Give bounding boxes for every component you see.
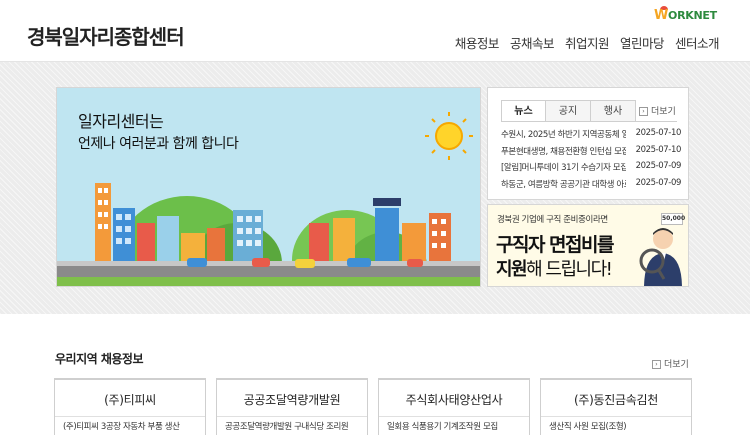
list-item[interactable]: [알림]머니투데이 31기 수습기자 모집 2025-07-09 xyxy=(501,161,681,178)
list-item[interactable]: 수원시, 2025년 하반기 지역공동체 일자리사업 2025-07-10 xyxy=(501,128,681,145)
logo-rest: ORKNET xyxy=(668,9,717,22)
tab-news[interactable]: 뉴스 xyxy=(501,100,546,122)
interview-support-ad[interactable]: 경북권 기업에 구직 준비중이라면 구직자 면접비를 지원해 드립니다! 50,… xyxy=(487,204,689,287)
job-card[interactable]: 공공조달역량개발원 공공조달역량개발원 구내식당 조리원 xyxy=(216,378,368,435)
job-description: 일회용 식품용기 기계조작원 모집 xyxy=(387,422,498,432)
company-name: 공공조달역량개발원 xyxy=(217,380,367,417)
company-name: 주식회사태양산업사 xyxy=(379,380,529,417)
site-title[interactable]: 경북일자리종합센터 xyxy=(27,21,185,50)
section-title: 우리지역 채용정보 xyxy=(55,352,144,366)
banner-subheadline: 언제나 여러분과 함께 합니다 xyxy=(78,136,239,152)
news-item-title: 하동군, 여름방학 공공기관 대학생 아르바이트 xyxy=(501,179,626,190)
ad-caption: 경북권 기업에 구직 준비중이라면 xyxy=(497,215,608,225)
main-banner[interactable]: 일자리센터는 언제나 여러분과 함께 합니다 xyxy=(56,87,481,287)
header: 경북일자리종합센터 WORKNET 채용정보 공채속보 취업지원 열린마당 센터… xyxy=(0,0,750,62)
company-name: (주)티피씨 xyxy=(55,380,205,417)
banner-headline: 일자리센터는 xyxy=(78,112,164,131)
nav-item-employment-support[interactable]: 취업지원 xyxy=(565,33,610,52)
ad-highlight: 지원 xyxy=(496,259,528,280)
tab-events[interactable]: 행사 xyxy=(591,100,636,122)
company-name: (주)동진금속김천 xyxy=(541,380,691,417)
nav-item-open-forum[interactable]: 열린마당 xyxy=(620,33,665,52)
news-item-date: 2025-07-09 xyxy=(635,177,682,188)
news-item-date: 2025-07-10 xyxy=(635,144,682,155)
sun-icon xyxy=(425,112,473,160)
tab-notice[interactable]: 공지 xyxy=(546,100,591,122)
list-item[interactable]: 하동군, 여름방학 공공기관 대학생 아르바이트 2025-07-09 xyxy=(501,178,681,195)
jobs-more-label: 더보기 xyxy=(664,360,689,370)
job-card[interactable]: (주)티피씨 (주)티피씨 3공장 자동차 부품 생산 xyxy=(54,378,206,435)
ad-rest: 해 드립니다! xyxy=(526,259,613,280)
news-more-label: 더보기 xyxy=(651,107,676,117)
news-item-title: [알림]머니투데이 31기 수습기자 모집 xyxy=(501,163,626,173)
chevron-right-icon: › xyxy=(652,360,661,369)
list-item[interactable]: 푸본현대생명, 채용전환형 인턴십 모집 2025-07-10 xyxy=(501,145,681,162)
money-badge: 50,000 xyxy=(661,213,685,225)
news-item-date: 2025-07-10 xyxy=(635,128,682,138)
jobs-more-link[interactable]: › 더보기 xyxy=(652,357,689,370)
job-description: (주)티피씨 3공장 자동차 부품 생산 xyxy=(63,422,180,432)
job-card[interactable]: 주식회사태양산업사 일회용 식품용기 기계조작원 모집 xyxy=(378,378,530,435)
nav-item-jobs[interactable]: 채용정보 xyxy=(455,33,500,52)
news-item-title: 푸본현대생명, 채용전환형 인턴십 모집 xyxy=(501,146,626,157)
job-cards: (주)티피씨 (주)티피씨 3공장 자동차 부품 생산 공공조달역량개발원 공공… xyxy=(54,378,692,435)
news-panel: 뉴스 공지 행사 ›더보기 수원시, 2025년 하반기 지역공동체 일자리사업… xyxy=(487,87,689,200)
job-description: 생산직 사원 모집(조형) xyxy=(549,422,627,432)
main-nav: 채용정보 공채속보 취업지원 열린마당 센터소개 xyxy=(444,33,720,52)
job-card[interactable]: (주)동진금속김천 생산직 사원 모집(조형) xyxy=(540,378,692,435)
nav-item-recruit-news[interactable]: 공채속보 xyxy=(510,33,555,52)
news-list: 수원시, 2025년 하반기 지역공동체 일자리사업 2025-07-10 푸본… xyxy=(501,128,681,194)
news-item-title: 수원시, 2025년 하반기 지역공동체 일자리사업 xyxy=(501,130,626,140)
news-tabs: 뉴스 공지 행사 xyxy=(501,100,636,122)
news-more-link[interactable]: › 더보기 xyxy=(639,104,676,117)
nav-item-center-intro[interactable]: 센터소개 xyxy=(675,33,720,52)
ad-subheadline: 지원해 드립니다! xyxy=(496,255,613,281)
worknet-logo[interactable]: WORKNET xyxy=(654,8,717,23)
person-with-magnifier-icon xyxy=(639,228,682,286)
tab-divider xyxy=(501,121,677,122)
job-description: 공공조달역량개발원 구내식당 조리원 xyxy=(225,422,349,432)
ad-headline: 구직자 면접비를 xyxy=(496,234,614,256)
news-item-date: 2025-07-09 xyxy=(635,161,682,171)
logo-w: W xyxy=(654,8,669,23)
chevron-right-icon: › xyxy=(639,107,648,116)
